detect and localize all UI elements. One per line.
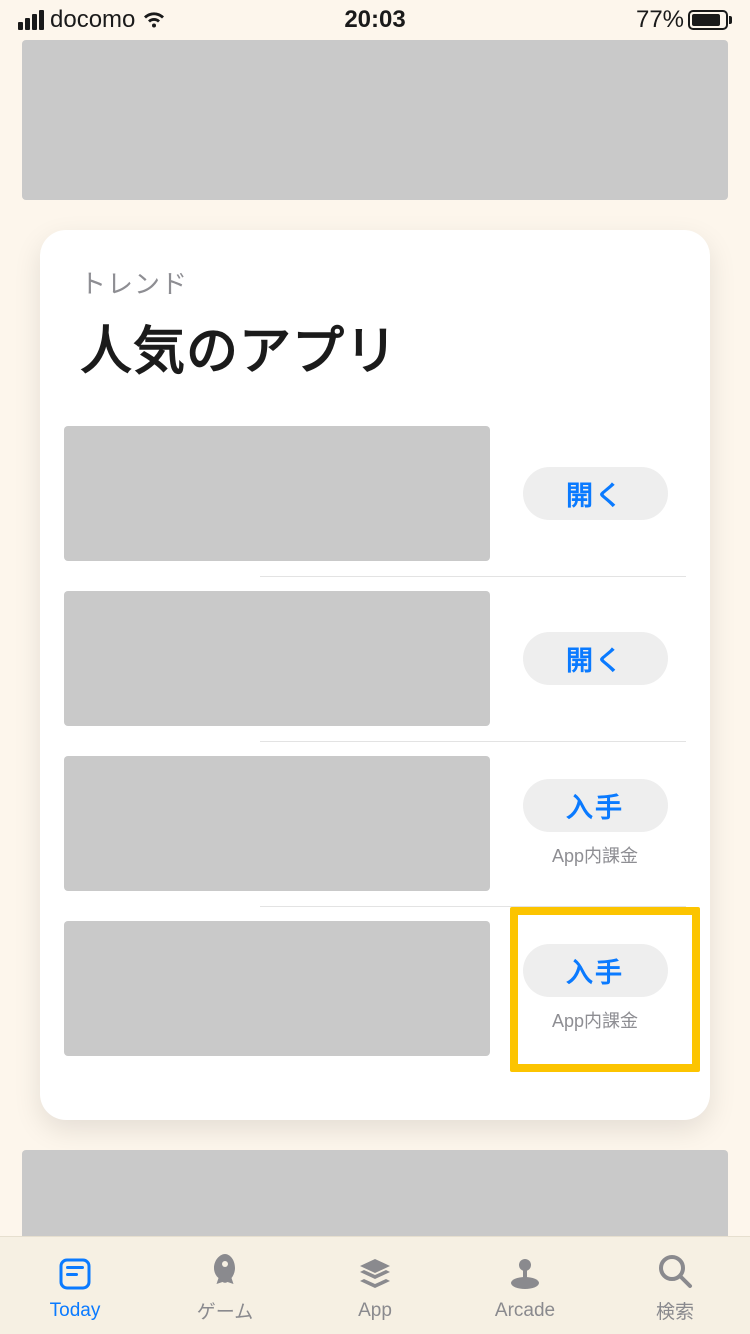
- app-placeholder: [64, 591, 490, 726]
- status-left: docomo: [18, 6, 344, 34]
- search-icon: [654, 1247, 696, 1295]
- list-item[interactable]: 開く: [40, 412, 710, 577]
- status-right: 77%: [406, 6, 732, 34]
- tab-games[interactable]: ゲーム: [150, 1247, 300, 1324]
- tab-label: Arcade: [495, 1300, 555, 1322]
- card-subtitle: トレンド: [40, 264, 710, 301]
- trend-card: トレンド 人気のアプリ 開く 開く: [40, 230, 710, 1120]
- status-time: 20:03: [344, 6, 405, 34]
- cellular-signal-icon: [18, 10, 44, 30]
- tab-today[interactable]: Today: [0, 1250, 150, 1322]
- in-app-purchase-label: App内課金: [552, 842, 638, 868]
- tab-label: Today: [50, 1300, 101, 1322]
- open-button[interactable]: 開く: [523, 467, 668, 520]
- get-button[interactable]: 入手: [523, 779, 668, 832]
- tab-arcade[interactable]: Arcade: [450, 1250, 600, 1322]
- battery-icon: [688, 10, 732, 30]
- battery-percentage: 77%: [636, 6, 684, 34]
- tab-label: App: [358, 1300, 392, 1322]
- card-title: 人気のアプリ: [40, 301, 710, 412]
- today-icon: [55, 1250, 95, 1298]
- status-bar: docomo 20:03 77%: [0, 0, 750, 40]
- list-item[interactable]: 開く: [40, 577, 710, 742]
- arcade-icon: [504, 1250, 546, 1298]
- content-area[interactable]: トレンド 人気のアプリ 開く 開く: [0, 40, 750, 1236]
- rocket-icon: [204, 1247, 246, 1295]
- tab-bar: Today ゲーム App Arcade 検索: [0, 1236, 750, 1334]
- tab-label: ゲーム: [197, 1297, 253, 1324]
- list-item[interactable]: 入手 App内課金: [40, 907, 710, 1072]
- tab-label: 検索: [656, 1297, 694, 1324]
- stack-icon: [354, 1250, 396, 1298]
- app-placeholder: [64, 756, 490, 891]
- app-placeholder: [64, 426, 490, 561]
- carrier-name: docomo: [50, 6, 135, 34]
- get-button[interactable]: 入手: [523, 944, 668, 997]
- placeholder-banner: [22, 1150, 728, 1236]
- placeholder-banner: [22, 40, 728, 200]
- in-app-purchase-label: App内課金: [552, 1007, 638, 1033]
- app-placeholder: [64, 921, 490, 1056]
- list-item[interactable]: 入手 App内課金: [40, 742, 710, 907]
- wifi-icon: [141, 10, 167, 30]
- tab-apps[interactable]: App: [300, 1250, 450, 1322]
- tab-search[interactable]: 検索: [600, 1247, 750, 1324]
- open-button[interactable]: 開く: [523, 632, 668, 685]
